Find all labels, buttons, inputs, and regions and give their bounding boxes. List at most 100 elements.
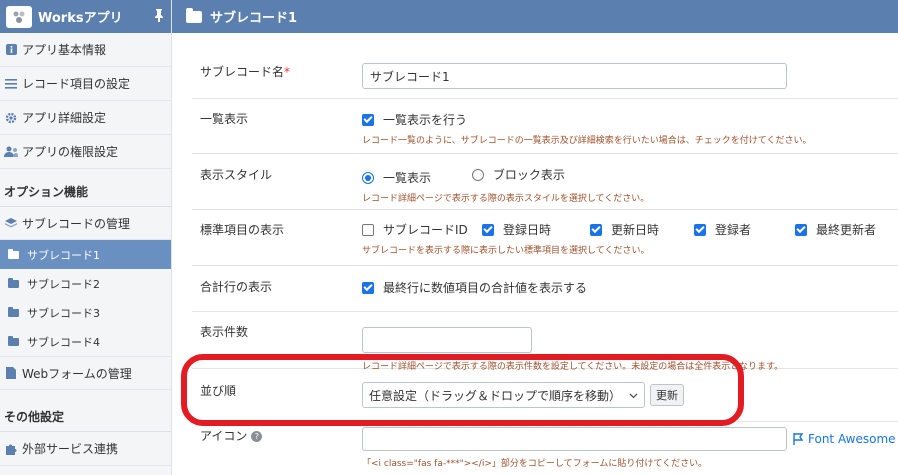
- sidebar-item-external-service[interactable]: 外部サービス連携: [0, 432, 171, 466]
- sidebar-subitem-4[interactable]: サブレコード4: [0, 327, 171, 356]
- sidebar-subitem-label: サブレコード3: [27, 306, 100, 320]
- sidebar-item-sublist-manage[interactable]: サブレコードの管理: [0, 207, 171, 240]
- sidebar-item-permissions[interactable]: アプリの権限設定: [0, 135, 171, 169]
- page-title: サブレコード1: [210, 11, 298, 26]
- total-row-field: 最終行に数値項目の合計値を表示する: [362, 278, 898, 311]
- folder-icon: [8, 335, 19, 346]
- display-style-field: 一覧表示 ブロック表示 レコード詳細ページで表示する際の表示スタイルを選択してく…: [362, 166, 898, 209]
- app-header: Worksアプリ: [0, 0, 171, 33]
- name-field-wrap: サブレコード1: [362, 63, 898, 98]
- chevron-down-icon: [629, 388, 638, 402]
- field-label: サブレコード名*: [192, 63, 362, 98]
- radio-block-display[interactable]: ブロック表示: [471, 166, 565, 183]
- app-title: Worksアプリ: [38, 11, 123, 26]
- sidebar-item-label: アプリ基本情報: [22, 43, 107, 57]
- radio-label: 一覧表示: [383, 171, 432, 185]
- row-icon: アイコン? Font Awesome 「<i class="fas fa-***…: [192, 422, 898, 469]
- checkbox-label: 登録日時: [503, 223, 552, 237]
- sidebar-item-app-detail[interactable]: アプリ詳細設定: [0, 101, 171, 135]
- list-display-label: 一覧表示: [200, 112, 249, 126]
- list-display-field: 一覧表示を行う レコード一覧のように、サブレコードの一覧表示及び詳細検索を行いた…: [362, 110, 898, 153]
- checkbox-created-at[interactable]: 登録日時: [482, 221, 590, 238]
- display-style-help: レコード詳細ページで表示する際の表示スタイルを選択してください。: [362, 194, 650, 204]
- folder-icon: [8, 248, 19, 259]
- list-display-help: レコード一覧のように、サブレコードの一覧表示及び詳細検索を行いたい場合は、チェッ…: [362, 136, 812, 146]
- folder-icon: [8, 306, 19, 317]
- list-icon: [4, 78, 18, 89]
- checkbox-label: サブレコードID: [383, 223, 468, 237]
- row-count: 表示件数 レコード詳細ページで表示する際の表示件数を設定してください。未設定の場…: [192, 312, 898, 372]
- sidebar-subitem-3[interactable]: サブレコード3: [0, 298, 171, 327]
- standard-items-checkboxes: サブレコードID 登録日時 更新日時 登録者 最終更新者: [362, 221, 898, 238]
- folder-icon: [8, 277, 19, 288]
- checkbox-checked[interactable]: [590, 223, 602, 236]
- main-content: サブレコード1 サブレコード名* サブレコード1 一覧表示 一覧表示を行う レコ…: [172, 0, 898, 475]
- row-standard-items: 標準項目の表示 サブレコードID 登録日時 更新日時 登録者 最終更新者 サブレ…: [192, 210, 898, 266]
- row-list-display: 一覧表示 一覧表示を行う レコード一覧のように、サブレコードの一覧表示及び詳細検…: [192, 99, 898, 154]
- sidebar-item-label: アプリ詳細設定: [22, 111, 107, 125]
- radio-label: ブロック表示: [492, 168, 565, 182]
- icon-input[interactable]: [362, 427, 787, 451]
- sidebar-item-label: 外部サービス連携: [22, 442, 119, 456]
- icon-label-wrap: アイコン?: [192, 427, 362, 469]
- puzzle-icon: [4, 443, 18, 455]
- checkbox-checked[interactable]: [694, 223, 706, 236]
- checkbox-label: 一覧表示を行う: [383, 113, 468, 127]
- users-icon: [4, 146, 18, 157]
- checkbox-checked[interactable]: [362, 281, 374, 294]
- checkbox-unchecked[interactable]: [362, 223, 374, 236]
- checkbox-label: 最終行に数値項目の合計値を表示する: [383, 281, 588, 295]
- display-style-label: 表示スタイル: [200, 168, 273, 182]
- checkbox-label: 登録者: [715, 223, 752, 237]
- list-display-checkbox[interactable]: 一覧表示を行う: [362, 111, 467, 128]
- radio-unselected[interactable]: [471, 168, 484, 181]
- sidebar-subitem-2[interactable]: サブレコード2: [0, 269, 171, 298]
- standard-items-field: サブレコードID 登録日時 更新日時 登録者 最終更新者 サブレコードを表示する…: [362, 221, 898, 265]
- sidebar-item-web-form[interactable]: Webフォームの管理: [0, 356, 171, 390]
- sidebar-item-label: サブレコードの管理: [22, 216, 131, 231]
- other-section-title: その他設定: [0, 390, 171, 432]
- icon-label: アイコン: [200, 429, 248, 443]
- sidebar-subitem-label: サブレコード1: [27, 248, 100, 262]
- total-row-checkbox[interactable]: 最終行に数値項目の合計値を表示する: [362, 279, 587, 296]
- info-icon: [4, 44, 18, 55]
- folder-icon: [186, 7, 202, 23]
- checkbox-sublist-id[interactable]: サブレコードID: [362, 221, 482, 238]
- settings-form: サブレコード名* サブレコード1 一覧表示 一覧表示を行う レコード一覧のように…: [192, 50, 898, 469]
- font-awesome-link[interactable]: Font Awesome: [793, 432, 896, 446]
- pin-icon[interactable]: [153, 8, 165, 26]
- count-input[interactable]: [362, 327, 532, 353]
- name-input[interactable]: サブレコード1: [362, 63, 787, 89]
- checkbox-updated-at[interactable]: 更新日時: [590, 221, 694, 238]
- checkbox-last-updater[interactable]: 最終更新者: [795, 221, 876, 238]
- help-icon[interactable]: ?: [251, 431, 263, 442]
- checkbox-checked[interactable]: [795, 223, 807, 236]
- checkbox-checked[interactable]: [482, 223, 494, 236]
- sidebar-subitem-1[interactable]: サブレコード1: [0, 240, 171, 269]
- sidebar-item-app-info[interactable]: アプリ基本情報: [0, 33, 171, 67]
- standard-items-label: 標準項目の表示: [200, 223, 285, 237]
- row-name: サブレコード名* サブレコード1: [192, 50, 898, 99]
- name-input-value: サブレコード1: [370, 69, 450, 84]
- row-total: 合計行の表示 最終行に数値項目の合計値を表示する: [192, 266, 898, 312]
- sidebar: Worksアプリ アプリ基本情報 レコード項目の設定 アプリ詳細設定 アプリの権…: [0, 0, 172, 475]
- sort-select[interactable]: 任意設定（ドラッグ＆ドロップで順序を移動）: [362, 382, 645, 408]
- checkbox-label: 更新日時: [611, 223, 660, 237]
- sort-field: 任意設定（ドラッグ＆ドロップで順序を移動） 更新: [362, 382, 898, 421]
- checkbox-creator[interactable]: 登録者: [694, 221, 795, 238]
- sort-label: 並び順: [200, 384, 237, 398]
- icon-field: Font Awesome 「<i class="fas fa-***"></i>…: [362, 427, 898, 469]
- radio-list-display[interactable]: 一覧表示: [362, 169, 431, 186]
- sort-update-button[interactable]: 更新: [650, 384, 684, 406]
- total-row-label: 合計行の表示: [200, 280, 273, 294]
- icon-help: 「<i class="fas fa-***"></i>」部分をコピーしてフォーム…: [362, 459, 708, 469]
- row-display-style: 表示スタイル 一覧表示 ブロック表示 レコード詳細ページで表示する際の表示スタイ…: [192, 154, 898, 210]
- sidebar-subitem-label: サブレコード2: [27, 277, 100, 291]
- link-label: Font Awesome: [808, 432, 896, 446]
- sidebar-item-label: Webフォームの管理: [22, 366, 132, 381]
- row-sort: 並び順 任意設定（ドラッグ＆ドロップで順序を移動） 更新: [192, 369, 898, 422]
- radio-selected[interactable]: [362, 171, 374, 184]
- sidebar-item-record-fields[interactable]: レコード項目の設定: [0, 67, 171, 101]
- checkbox-checked[interactable]: [362, 113, 374, 126]
- standard-items-help: サブレコードを表示する際に表示したい標準項目を選択してください。: [362, 246, 650, 256]
